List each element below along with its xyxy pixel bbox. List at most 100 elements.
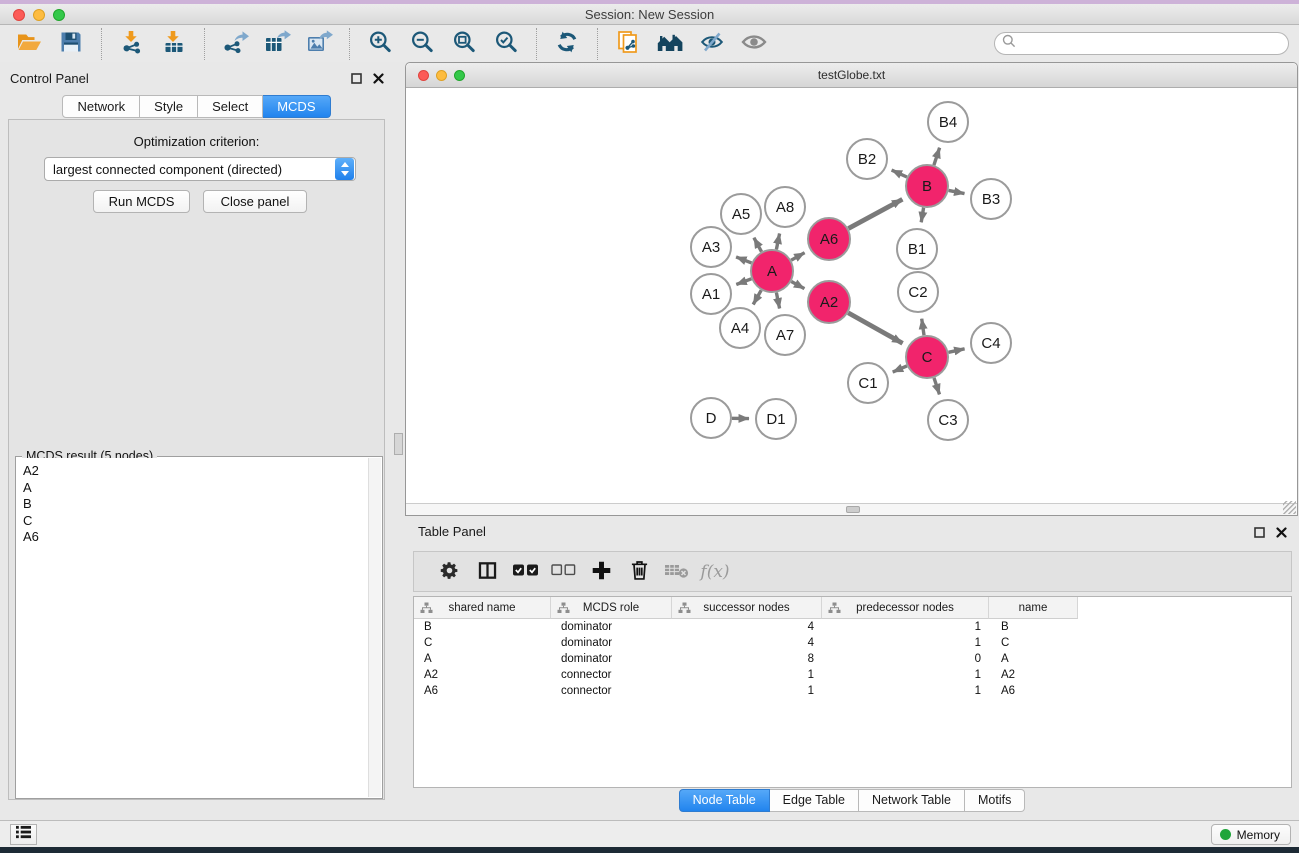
memory-button[interactable]: Memory xyxy=(1211,824,1291,845)
search-box[interactable] xyxy=(994,32,1289,55)
cell-name[interactable]: A6 xyxy=(989,683,1078,699)
graph-node-A6[interactable]: A6 xyxy=(808,218,850,260)
tab-select[interactable]: Select xyxy=(198,95,263,118)
tab-network[interactable]: Network xyxy=(62,95,140,118)
graph-node-A8[interactable]: A8 xyxy=(765,187,805,227)
cell-shared-name[interactable]: A2 xyxy=(414,667,551,683)
open-button[interactable] xyxy=(8,27,50,61)
graph-node-A4[interactable]: A4 xyxy=(720,308,760,348)
task-history-button[interactable] xyxy=(10,824,37,845)
cell-MCDS-role[interactable]: dominator xyxy=(551,619,672,635)
cell-MCDS-role[interactable]: connector xyxy=(551,683,672,699)
search-input[interactable] xyxy=(1020,34,1288,53)
zoom-in-button[interactable] xyxy=(359,27,401,61)
zoom-out-button[interactable] xyxy=(401,27,443,61)
new-network-from-selection-button[interactable] xyxy=(607,27,649,61)
cell-shared-name[interactable]: B xyxy=(414,619,551,635)
close-table-panel-icon[interactable] xyxy=(1275,526,1288,539)
cell-name[interactable]: B xyxy=(989,619,1078,635)
column-header-MCDS-role[interactable]: MCDS role xyxy=(551,597,672,619)
tab-motifs[interactable]: Motifs xyxy=(965,789,1025,812)
cell-shared-name[interactable]: A xyxy=(414,651,551,667)
graph-node-A[interactable]: A xyxy=(751,250,793,292)
graph-node-B4[interactable]: B4 xyxy=(928,102,968,142)
table-row[interactable]: A2connector11A2 xyxy=(414,667,1291,683)
graph-node-B2[interactable]: B2 xyxy=(847,139,887,179)
tab-node-table[interactable]: Node Table xyxy=(679,789,770,812)
graph-node-A2[interactable]: A2 xyxy=(808,281,850,323)
tab-edge-table[interactable]: Edge Table xyxy=(770,789,859,812)
table-row[interactable]: Cdominator41C xyxy=(414,635,1291,651)
cell-predecessor-nodes[interactable]: 1 xyxy=(822,619,989,635)
delete-button[interactable] xyxy=(620,555,658,589)
cell-MCDS-role[interactable]: dominator xyxy=(551,651,672,667)
cell-successor-nodes[interactable]: 1 xyxy=(672,667,822,683)
cell-shared-name[interactable]: C xyxy=(414,635,551,651)
function-button[interactable]: f(x) xyxy=(696,555,734,589)
float-table-panel-icon[interactable] xyxy=(1253,526,1266,539)
run-mcds-button[interactable]: Run MCDS xyxy=(93,190,190,213)
graph-node-A5[interactable]: A5 xyxy=(721,194,761,234)
export-table-button[interactable] xyxy=(256,27,298,61)
split-divider-grip[interactable] xyxy=(394,433,403,455)
table-row[interactable]: A6connector11A6 xyxy=(414,683,1291,699)
vizmap-button[interactable] xyxy=(691,27,733,61)
network-hscroll-thumb[interactable] xyxy=(846,506,860,513)
cell-predecessor-nodes[interactable]: 1 xyxy=(822,667,989,683)
cell-name[interactable]: A xyxy=(989,651,1078,667)
table-row[interactable]: Bdominator41B xyxy=(414,619,1291,635)
deselect-all-button[interactable] xyxy=(544,555,582,589)
zoom-selected-button[interactable] xyxy=(485,27,527,61)
graph-node-C[interactable]: C xyxy=(906,336,948,378)
mcds-result-item[interactable]: B xyxy=(23,496,368,513)
delete-table-button[interactable] xyxy=(658,555,696,589)
cell-shared-name[interactable]: A6 xyxy=(414,683,551,699)
column-header-shared-name[interactable]: shared name xyxy=(414,597,551,619)
column-header-name[interactable]: name xyxy=(989,597,1078,619)
close-panel-icon[interactable] xyxy=(372,72,385,85)
cell-name[interactable]: C xyxy=(989,635,1078,651)
float-panel-icon[interactable] xyxy=(350,72,363,85)
graph-node-B[interactable]: B xyxy=(906,165,948,207)
table-row[interactable]: Adominator80A xyxy=(414,651,1291,667)
graph-node-C3[interactable]: C3 xyxy=(928,400,968,440)
tab-mcds[interactable]: MCDS xyxy=(263,95,330,118)
select-all-button[interactable] xyxy=(506,555,544,589)
graph-node-A3[interactable]: A3 xyxy=(691,227,731,267)
tab-network-table[interactable]: Network Table xyxy=(859,789,965,812)
cell-successor-nodes[interactable]: 4 xyxy=(672,619,822,635)
graph-node-A7[interactable]: A7 xyxy=(765,315,805,355)
gear-button[interactable] xyxy=(430,555,468,589)
add-button[interactable] xyxy=(582,555,620,589)
mcds-result-item[interactable]: A2 xyxy=(23,463,368,480)
import-network-button[interactable] xyxy=(111,27,153,61)
export-image-button[interactable] xyxy=(298,27,340,61)
cell-MCDS-role[interactable]: dominator xyxy=(551,635,672,651)
import-table-button[interactable] xyxy=(153,27,195,61)
graph-node-A1[interactable]: A1 xyxy=(691,274,731,314)
mcds-result-item[interactable]: A xyxy=(23,480,368,497)
mcds-result-item[interactable]: A6 xyxy=(23,529,368,546)
mcds-result-scrollbar[interactable] xyxy=(368,458,381,797)
refresh-button[interactable] xyxy=(546,27,588,61)
cell-predecessor-nodes[interactable]: 0 xyxy=(822,651,989,667)
close-panel-button[interactable]: Close panel xyxy=(203,190,307,213)
columns-button[interactable] xyxy=(468,555,506,589)
tab-style[interactable]: Style xyxy=(140,95,198,118)
graph-node-D1[interactable]: D1 xyxy=(756,399,796,439)
cell-predecessor-nodes[interactable]: 1 xyxy=(822,635,989,651)
graph-node-B3[interactable]: B3 xyxy=(971,179,1011,219)
optimization-criterion-select[interactable]: largest connected component (directed) xyxy=(44,157,356,181)
network-resize-grip[interactable] xyxy=(1283,501,1296,514)
column-header-successor-nodes[interactable]: successor nodes xyxy=(672,597,822,619)
cell-successor-nodes[interactable]: 8 xyxy=(672,651,822,667)
save-button[interactable] xyxy=(50,27,92,61)
cell-successor-nodes[interactable]: 4 xyxy=(672,635,822,651)
graph-node-C4[interactable]: C4 xyxy=(971,323,1011,363)
zoom-fit-button[interactable] xyxy=(443,27,485,61)
column-header-predecessor-nodes[interactable]: predecessor nodes xyxy=(822,597,989,619)
network-canvas[interactable]: B4B2BB3A8A5A6A3B1AC2A1A2A4A7C4CC1DD1C3 xyxy=(406,89,1297,504)
graph-node-B1[interactable]: B1 xyxy=(897,229,937,269)
cell-successor-nodes[interactable]: 1 xyxy=(672,683,822,699)
mcds-result-item[interactable]: C xyxy=(23,513,368,530)
